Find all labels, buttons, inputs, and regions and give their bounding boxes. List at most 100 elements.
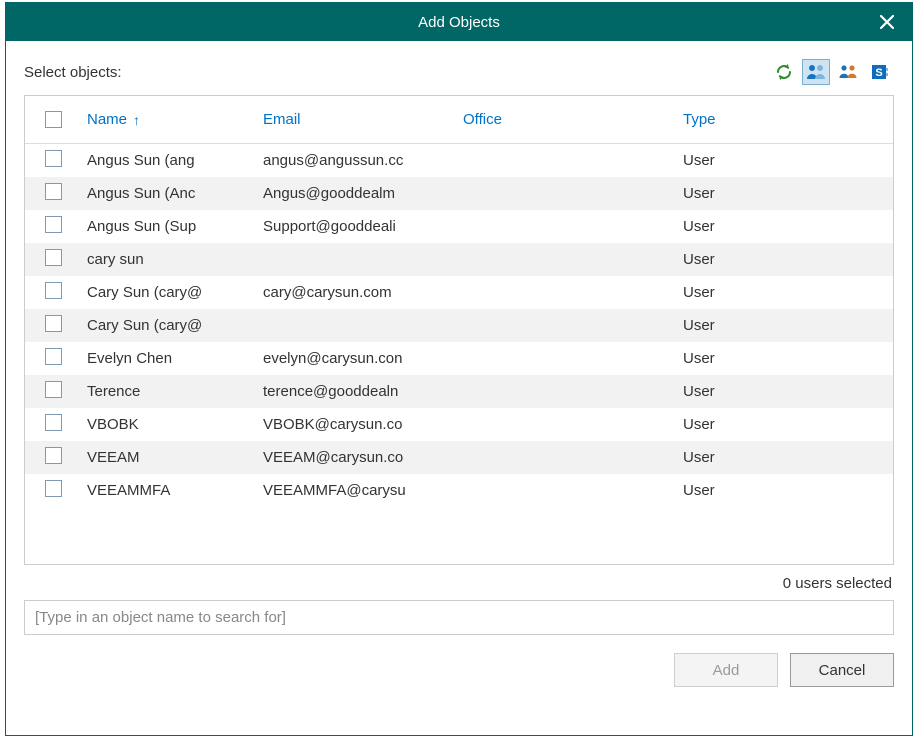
cell-email: Support@gooddeali (253, 218, 453, 235)
column-office-label: Office (463, 111, 502, 128)
row-checkbox-cell (25, 216, 87, 237)
table-row[interactable]: Angus Sun (AncAngus@gooddealm User (25, 177, 893, 210)
row-checkbox-cell (25, 447, 87, 468)
toolbar: S (770, 59, 894, 85)
close-icon (880, 15, 894, 29)
cell-type: User (673, 152, 873, 169)
row-checkbox-cell (25, 249, 87, 270)
cell-name: Angus Sun (Anc (87, 185, 253, 202)
cell-name: Angus Sun (Sup (87, 218, 253, 235)
table-header: Name ↑ Email Office Type (25, 96, 893, 144)
refresh-button[interactable] (770, 59, 798, 85)
row-checkbox-cell (25, 183, 87, 204)
row-checkbox[interactable] (45, 348, 62, 365)
cancel-button[interactable]: Cancel (790, 653, 894, 687)
row-checkbox[interactable] (45, 381, 62, 398)
cell-email: VEEAM@carysun.co (253, 449, 453, 466)
row-checkbox[interactable] (45, 249, 62, 266)
cell-type: User (673, 317, 873, 334)
select-all-checkbox[interactable] (45, 111, 62, 128)
user-groups-icon (837, 62, 859, 82)
row-checkbox-cell (25, 348, 87, 369)
cell-email: terence@gooddealn (253, 383, 453, 400)
table-row[interactable]: cary sun User (25, 243, 893, 276)
cell-name: cary sun (87, 251, 253, 268)
sharepoint-icon: S (870, 62, 890, 82)
cell-email: evelyn@carysun.con (253, 350, 453, 367)
row-checkbox-cell (25, 381, 87, 402)
cell-name: Cary Sun (cary@ (87, 317, 253, 334)
cell-type: User (673, 383, 873, 400)
dialog-body: Select objects: (6, 41, 912, 735)
refresh-icon (774, 62, 794, 82)
table-row[interactable]: VEEAMMFAVEEAMMFA@carysu User (25, 474, 893, 507)
cell-type: User (673, 185, 873, 202)
search-input[interactable] (24, 600, 894, 635)
cell-type: User (673, 284, 873, 301)
column-name[interactable]: Name ↑ (87, 111, 253, 128)
cell-email: cary@carysun.com (253, 284, 453, 301)
table-body: Angus Sun (angangus@angussun.ccUserAngus… (25, 144, 893, 564)
table-row[interactable]: Angus Sun (angangus@angussun.cc User (25, 144, 893, 177)
header-checkbox-cell (25, 111, 87, 128)
cell-type: User (673, 449, 873, 466)
column-email[interactable]: Email (253, 111, 453, 128)
close-button[interactable] (872, 7, 902, 37)
groups-filter-button[interactable] (834, 59, 862, 85)
cell-name: Angus Sun (ang (87, 152, 253, 169)
row-checkbox[interactable] (45, 183, 62, 200)
sharepoint-filter-button[interactable]: S (866, 59, 894, 85)
cell-name: Terence (87, 383, 253, 400)
table-row[interactable]: Cary Sun (cary@cary@carysun.com User (25, 276, 893, 309)
titlebar: Add Objects (6, 3, 912, 41)
row-checkbox[interactable] (45, 447, 62, 464)
cell-type: User (673, 251, 873, 268)
table-row[interactable]: Angus Sun (SupSupport@gooddeali User (25, 210, 893, 243)
users-filter-button[interactable] (802, 59, 830, 85)
add-objects-dialog: Add Objects Select objects: (5, 2, 913, 736)
row-checkbox-cell (25, 480, 87, 501)
cell-type: User (673, 416, 873, 433)
column-name-label: Name (87, 111, 127, 128)
row-checkbox[interactable] (45, 414, 62, 431)
cell-type: User (673, 482, 873, 499)
cell-name: VEEAMMFA (87, 482, 253, 499)
cell-type: User (673, 218, 873, 235)
add-button[interactable]: Add (674, 653, 778, 687)
table-row[interactable]: Terenceterence@gooddealn User (25, 375, 893, 408)
svg-text:S: S (875, 67, 882, 79)
row-checkbox[interactable] (45, 480, 62, 497)
row-checkbox[interactable] (45, 282, 62, 299)
objects-table: Name ↑ Email Office Type Angus Sun (anga… (24, 95, 894, 565)
row-checkbox-cell (25, 282, 87, 303)
top-row: Select objects: (24, 59, 894, 85)
column-email-label: Email (263, 111, 301, 128)
cell-name: Evelyn Chen (87, 350, 253, 367)
row-checkbox-cell (25, 414, 87, 435)
column-type-label: Type (683, 111, 716, 128)
dialog-title: Add Objects (418, 14, 500, 31)
column-type[interactable]: Type (673, 111, 873, 128)
row-checkbox[interactable] (45, 150, 62, 167)
cell-name: Cary Sun (cary@ (87, 284, 253, 301)
cell-email: angus@angussun.cc (253, 152, 453, 169)
row-checkbox[interactable] (45, 315, 62, 332)
cell-email: Angus@gooddealm (253, 185, 453, 202)
sort-ascending-icon: ↑ (133, 112, 140, 128)
cell-email: VEEAMMFA@carysu (253, 482, 453, 499)
column-office[interactable]: Office (453, 111, 673, 128)
cell-email: VBOBK@carysun.co (253, 416, 453, 433)
selection-status: 0 users selected (24, 565, 894, 600)
users-icon (805, 62, 827, 82)
cell-type: User (673, 350, 873, 367)
table-row[interactable]: VEEAMVEEAM@carysun.co User (25, 441, 893, 474)
table-row[interactable]: Evelyn Chenevelyn@carysun.con User (25, 342, 893, 375)
table-row[interactable]: VBOBKVBOBK@carysun.coUser (25, 408, 893, 441)
footer-buttons: Add Cancel (24, 653, 894, 687)
row-checkbox[interactable] (45, 216, 62, 233)
row-checkbox-cell (25, 150, 87, 171)
table-row[interactable]: Cary Sun (cary@ User (25, 309, 893, 342)
select-objects-label: Select objects: (24, 64, 122, 81)
row-checkbox-cell (25, 315, 87, 336)
cell-name: VEEAM (87, 449, 253, 466)
